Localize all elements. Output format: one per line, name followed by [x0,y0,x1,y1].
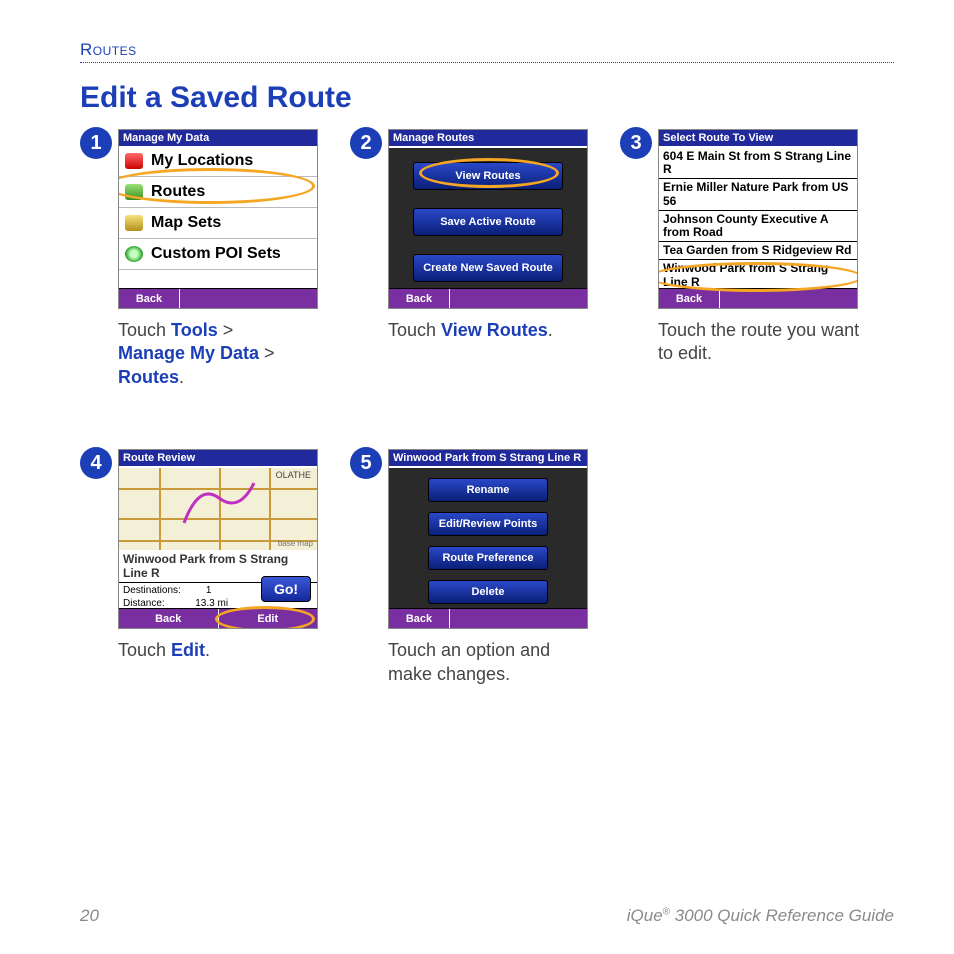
route-item[interactable]: Tea Garden from S Ridgeview Rd [659,242,857,260]
bottom-blank [719,289,857,308]
route-item[interactable]: Johnson County Executive A from Road [659,211,857,242]
map-city-label: OLATHE [276,470,311,480]
caption-3: Touch the route you want to edit. [658,319,868,366]
steps-grid: 1 Manage My Data My Locations Routes Map… [80,129,894,686]
create-new-route-button[interactable]: Create New Saved Route [413,254,563,282]
back-button[interactable]: Back [659,289,719,308]
mapsets-icon [125,215,143,231]
heart-icon [125,153,143,169]
list-item[interactable]: Custom POI Sets [119,239,317,270]
bottom-bar: Back [389,288,587,308]
list-label: Map Sets [151,214,221,232]
bottom-blank [449,289,587,308]
route-item[interactable]: 604 E Main St from S Strang Line R [659,148,857,179]
view-routes-button[interactable]: View Routes [413,162,563,190]
screen-title: Winwood Park from S Strang Line R [389,450,587,466]
route-list: 604 E Main St from S Strang Line R Ernie… [659,148,857,288]
screenshot-1: Manage My Data My Locations Routes Map S… [118,129,318,309]
step-badge-1: 1 [80,127,112,159]
bottom-bar: Back [119,288,317,308]
back-button[interactable]: Back [119,289,179,308]
route-item[interactable]: Winwood Park from S Strang Line R [659,260,857,291]
back-button[interactable]: Back [389,289,449,308]
screenshot-3: Select Route To View 604 E Main St from … [658,129,858,309]
caption-5: Touch an option and make changes. [388,639,598,686]
screen-body: Rename Edit/Review Points Route Preferen… [389,468,587,608]
save-active-route-button[interactable]: Save Active Route [413,208,563,236]
caption-4: Touch Edit. [118,639,318,662]
edit-points-button[interactable]: Edit/Review Points [428,512,548,536]
step-2: 2 Manage Routes View Routes Save Active … [350,129,610,389]
divider [80,62,894,63]
step-badge-4: 4 [80,447,112,479]
caption-1: Touch Tools > Manage My Data > Routes. [118,319,318,389]
screenshot-4: Route Review OLATHE base map Winwood Par… [118,449,318,629]
routes-icon [125,184,143,200]
screenshot-2: Manage Routes View Routes Save Active Ro… [388,129,588,309]
guide-title: iQue® 3000 Quick Reference Guide [627,906,894,926]
step-badge-2: 2 [350,127,382,159]
list-label: Routes [151,183,205,201]
go-button[interactable]: Go! [261,576,311,602]
list-label: My Locations [151,152,253,170]
route-pref-button[interactable]: Route Preference [428,546,548,570]
screen-title: Route Review [119,450,317,466]
page-footer: 20 iQue® 3000 Quick Reference Guide [80,906,894,926]
screen-title: Manage My Data [119,130,317,146]
manage-data-list: My Locations Routes Map Sets Custom POI … [119,146,317,270]
edit-button[interactable]: Edit [218,609,318,628]
step-3: 3 Select Route To View 604 E Main St fro… [620,129,880,389]
list-label: Custom POI Sets [151,245,281,263]
bottom-bar: Back [389,608,587,628]
step-badge-3: 3 [620,127,652,159]
bottom-blank [449,609,587,628]
route-item[interactable]: Ernie Miller Nature Park from US 56 [659,179,857,210]
delete-button[interactable]: Delete [428,580,548,604]
screen-title: Manage Routes [389,130,587,146]
map-sub-label: base map [278,539,313,548]
rename-button[interactable]: Rename [428,478,548,502]
map-preview: OLATHE base map [119,468,317,550]
caption-2: Touch View Routes. [388,319,588,342]
list-item[interactable]: Routes [119,177,317,208]
list-item[interactable]: Map Sets [119,208,317,239]
back-button[interactable]: Back [119,609,218,628]
step-badge-5: 5 [350,447,382,479]
back-button[interactable]: Back [389,609,449,628]
screen-title: Select Route To View [659,130,857,146]
bottom-bar: Back [659,288,857,308]
page-title: Edit a Saved Route [80,81,894,115]
screenshot-5: Winwood Park from S Strang Line R Rename… [388,449,588,629]
page-number: 20 [80,906,99,926]
step-5: 5 Winwood Park from S Strang Line R Rena… [350,449,610,686]
step-1: 1 Manage My Data My Locations Routes Map… [80,129,340,389]
poi-icon [125,246,143,262]
bottom-blank [179,289,317,308]
bottom-bar: Back Edit [119,608,317,628]
list-item[interactable]: My Locations [119,146,317,177]
section-label: Routes [80,40,894,60]
step-4: 4 Route Review OLATHE base map [80,449,340,686]
screen-body: View Routes Save Active Route Create New… [389,148,587,288]
